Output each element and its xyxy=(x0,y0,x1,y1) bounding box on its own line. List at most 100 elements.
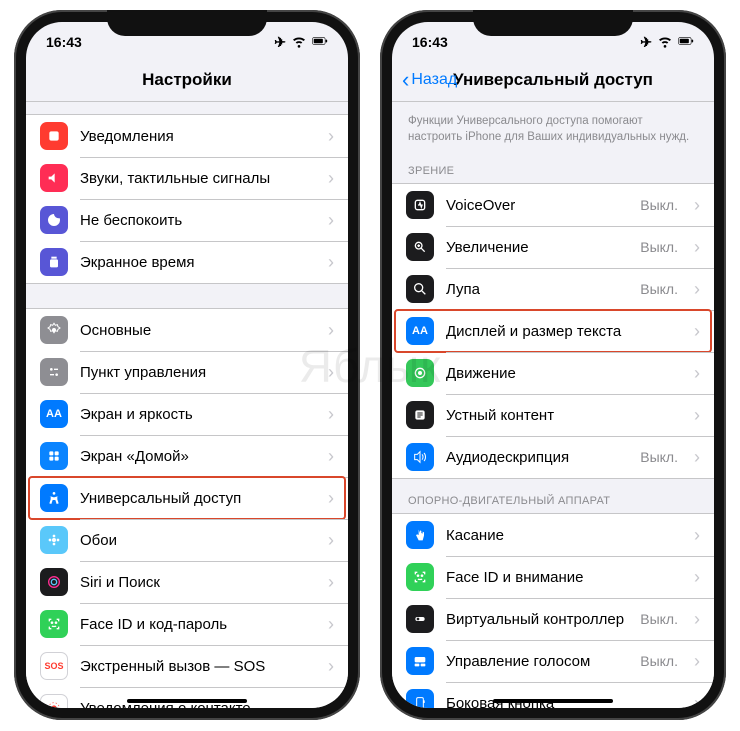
siri-icon xyxy=(40,568,68,596)
section-header-motor: ОПОРНО-ДВИГАТЕЛЬНЫЙ АППАРАТ xyxy=(392,479,714,513)
chevron-right-icon: › xyxy=(328,320,334,341)
back-button[interactable]: ‹ Назад xyxy=(402,58,457,101)
row-label: Звуки, тактильные сигналы xyxy=(80,170,312,187)
switch-control-icon xyxy=(406,605,434,633)
status-time: 16:43 xyxy=(412,34,448,50)
settings-row[interactable]: Уведомления› xyxy=(26,115,348,157)
row-label: VoiceOver xyxy=(446,197,628,214)
row-value: Выкл. xyxy=(640,281,678,297)
accessibility-icon xyxy=(40,484,68,512)
status-indicators: ✈︎ xyxy=(640,33,694,52)
settings-row[interactable]: Пункт управления › xyxy=(26,351,348,393)
notifications-icon xyxy=(40,122,68,150)
settings-row[interactable]: VoiceOver Выкл. › xyxy=(392,184,714,226)
chevron-right-icon: › xyxy=(328,446,334,467)
settings-list[interactable]: Уведомления›Звуки, тактильные сигналы›Не… xyxy=(26,102,348,708)
sos-icon: SOS xyxy=(40,652,68,680)
side-button-icon xyxy=(406,689,434,708)
settings-row[interactable]: AA Экран и яркость › xyxy=(26,393,348,435)
chevron-right-icon: › xyxy=(328,404,334,425)
homescreen-icon xyxy=(40,442,68,470)
row-value: Выкл. xyxy=(640,449,678,465)
motion-icon xyxy=(406,359,434,387)
settings-row[interactable]: УвеличениеВыкл.› xyxy=(392,226,714,268)
settings-row[interactable]: Касание › xyxy=(392,514,714,556)
faceid-icon xyxy=(40,610,68,638)
row-value: Выкл. xyxy=(640,197,678,213)
section-header-vision: ЗРЕНИЕ xyxy=(392,149,714,183)
settings-row[interactable]: Виртуальный контроллерВыкл.› xyxy=(392,598,714,640)
row-label: Универсальный доступ xyxy=(80,490,312,507)
chevron-right-icon: › xyxy=(694,363,700,384)
airplane-icon: ✈︎ xyxy=(274,34,286,51)
chevron-right-icon: › xyxy=(328,252,334,273)
settings-row[interactable]: Face ID и внимание› xyxy=(392,556,714,598)
row-label: Экран и яркость xyxy=(80,406,312,423)
nav-bar: Настройки xyxy=(26,58,348,102)
chevron-right-icon: › xyxy=(328,210,334,231)
settings-row[interactable]: Управление голосомВыкл.› xyxy=(392,640,714,682)
settings-row[interactable]: Уведомления о контакте› xyxy=(26,687,348,708)
row-label: Движение xyxy=(446,365,678,382)
sounds-icon xyxy=(40,164,68,192)
dnd-icon xyxy=(40,206,68,234)
chevron-right-icon: › xyxy=(694,525,700,546)
row-value: Выкл. xyxy=(640,653,678,669)
row-label: Пункт управления xyxy=(80,364,312,381)
settings-row[interactable]: Звуки, тактильные сигналы› xyxy=(26,157,348,199)
accessibility-list[interactable]: Функции Универсального доступа помогают … xyxy=(392,102,714,708)
wallpaper-icon xyxy=(40,526,68,554)
row-label: Основные xyxy=(80,322,312,339)
settings-row[interactable]: Экранное время› xyxy=(26,241,348,283)
spoken-content-icon xyxy=(406,401,434,429)
home-indicator[interactable] xyxy=(493,699,613,703)
chevron-left-icon: ‹ xyxy=(402,67,409,93)
settings-row[interactable]: Экран «Домой»› xyxy=(26,435,348,477)
chevron-right-icon: › xyxy=(328,698,334,709)
row-label: Экстренный вызов — SOS xyxy=(80,658,312,675)
voice-control-icon xyxy=(406,647,434,675)
chevron-right-icon: › xyxy=(328,362,334,383)
settings-row[interactable]: Универсальный доступ› xyxy=(26,477,348,519)
magnifier-icon xyxy=(406,275,434,303)
settings-row[interactable]: SOS Экстренный вызов — SOS › xyxy=(26,645,348,687)
row-label: Лупа xyxy=(446,281,628,298)
description-text: Функции Универсального доступа помогают … xyxy=(392,102,714,149)
chevron-right-icon: › xyxy=(328,572,334,593)
airplane-icon: ✈︎ xyxy=(640,34,652,51)
chevron-right-icon: › xyxy=(328,614,334,635)
chevron-right-icon: › xyxy=(694,447,700,468)
screentime-icon xyxy=(40,248,68,276)
battery-icon xyxy=(678,33,694,52)
chevron-right-icon: › xyxy=(694,279,700,300)
settings-row[interactable]: Основные › xyxy=(26,309,348,351)
chevron-right-icon: › xyxy=(328,656,334,677)
voiceover-icon xyxy=(406,191,434,219)
notch xyxy=(473,10,633,36)
row-label: Дисплей и размер текста xyxy=(446,323,678,340)
settings-row[interactable]: АудиодескрипцияВыкл.› xyxy=(392,436,714,478)
settings-row[interactable]: Лупа Выкл. › xyxy=(392,268,714,310)
wifi-icon xyxy=(657,33,673,52)
phone-frame-left: 16:43 ✈︎ Настройки Уведомления›Звуки, та… xyxy=(14,10,360,720)
page-title: Универсальный доступ xyxy=(453,70,653,90)
settings-row[interactable]: Движение › xyxy=(392,352,714,394)
settings-row[interactable]: Не беспокоить› xyxy=(26,199,348,241)
display-brightness-icon: AA xyxy=(40,400,68,428)
row-label: Касание xyxy=(446,527,678,544)
general-icon xyxy=(40,316,68,344)
settings-row[interactable]: Siri и Поиск › xyxy=(26,561,348,603)
settings-row[interactable]: Face ID и код-пароль › xyxy=(26,603,348,645)
status-time: 16:43 xyxy=(46,34,82,50)
home-indicator[interactable] xyxy=(127,699,247,703)
settings-row[interactable]: Боковая кнопка› xyxy=(392,682,714,708)
row-label: Face ID и код-пароль xyxy=(80,616,312,633)
row-label: Siri и Поиск xyxy=(80,574,312,591)
touch-icon xyxy=(406,521,434,549)
settings-row[interactable]: Устный контент› xyxy=(392,394,714,436)
chevron-right-icon: › xyxy=(694,195,700,216)
row-label: Уведомления xyxy=(80,128,312,145)
settings-row[interactable]: AAДисплей и размер текста› xyxy=(392,310,714,352)
settings-row[interactable]: Обои› xyxy=(26,519,348,561)
exposure-icon xyxy=(40,694,68,708)
